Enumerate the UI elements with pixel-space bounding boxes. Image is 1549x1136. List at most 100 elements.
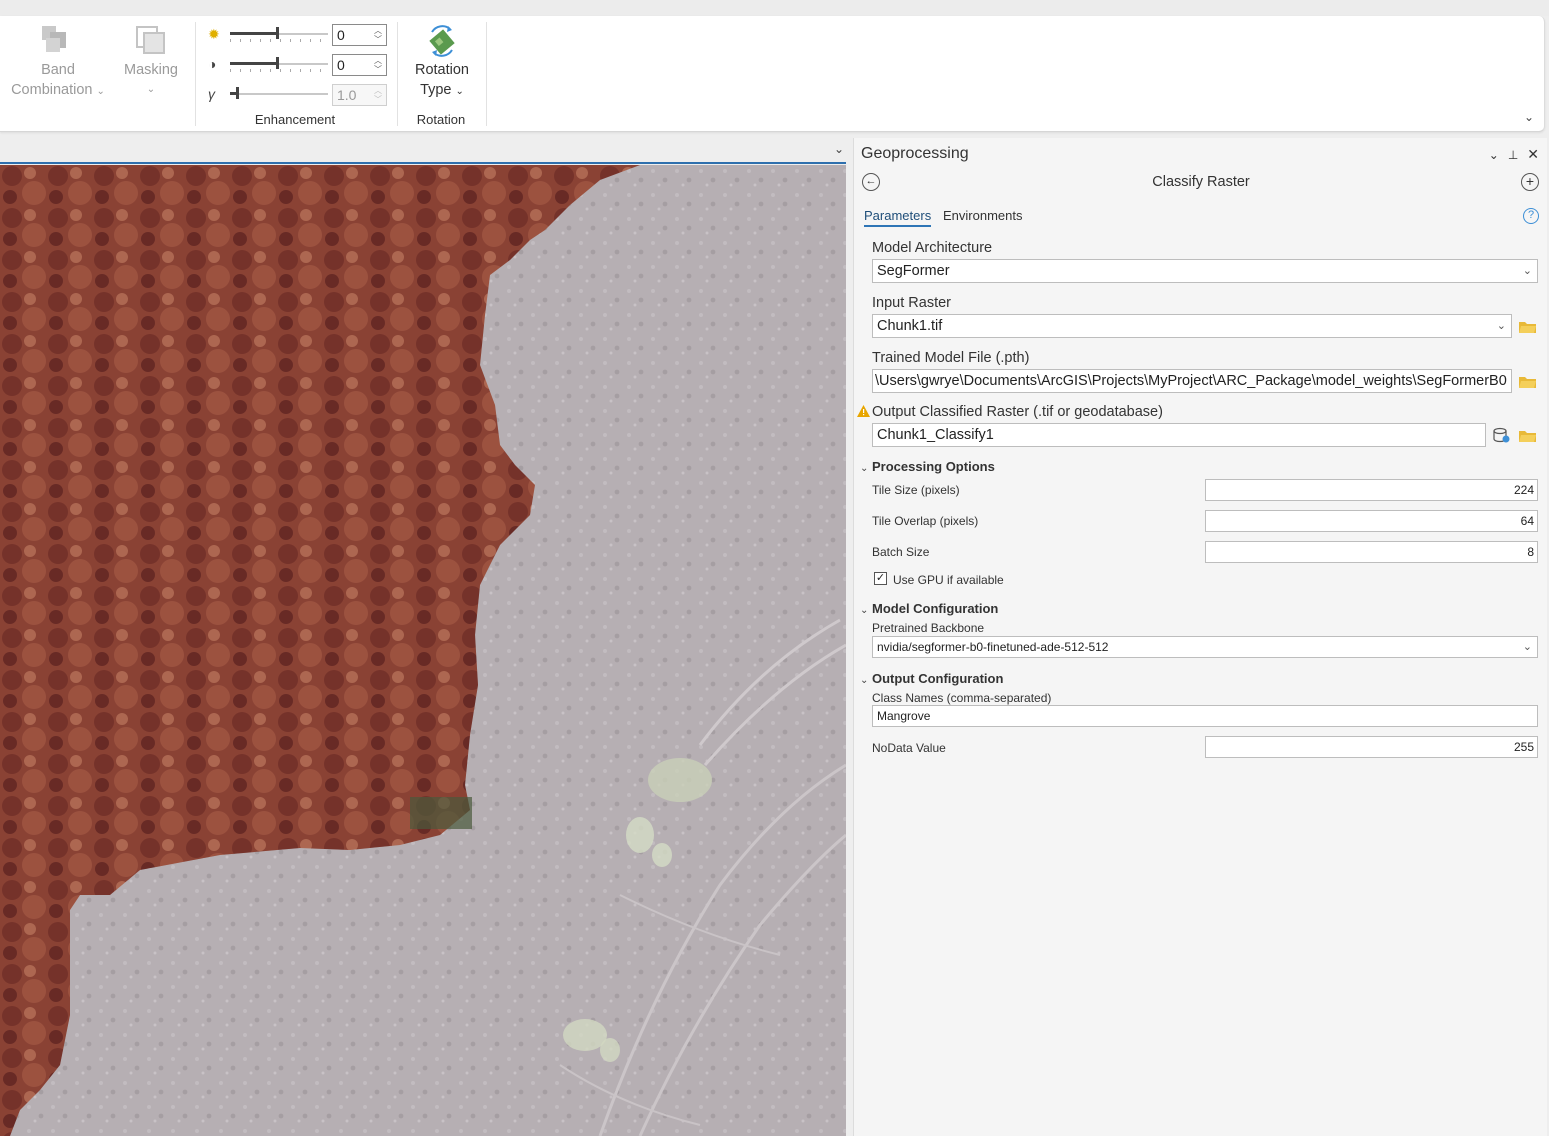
contrast-input[interactable]: 0 ︿ ﹀: [332, 54, 387, 76]
chevron-down-icon: ⌄: [96, 86, 105, 97]
model-configuration-title: Model Configuration: [872, 601, 999, 616]
chevron-down-icon: ⌄: [1522, 265, 1532, 277]
chevron-down-icon: ⌄: [146, 84, 156, 95]
spin-up-icon[interactable]: ︿: [373, 56, 383, 65]
contrast-slider-fill: [230, 62, 278, 65]
rotation-type-label-2: Type: [420, 82, 452, 98]
masking-icon: [136, 26, 165, 54]
rotation-icon: [429, 25, 455, 57]
pane-title-icons: ⌄ ⊥ ✕: [1480, 146, 1539, 163]
folder-icon[interactable]: [1519, 375, 1536, 388]
ribbon: Band Combination ⌄ Masking ⌄ ✹ 0 ︿ ﹀ ◑ 0: [0, 16, 1545, 132]
processing-options-header[interactable]: ⌄ Processing Options: [860, 459, 995, 474]
backbone-value: nvidia/segformer-b0-finetuned-ade-512-51…: [877, 640, 1109, 654]
contrast-icon: ◑: [208, 56, 217, 72]
trained-model-label: Trained Model File (.pth): [872, 350, 1030, 366]
database-icon[interactable]: [1493, 427, 1510, 443]
add-icon[interactable]: +: [1521, 173, 1539, 191]
help-icon[interactable]: ?: [1523, 208, 1539, 224]
rotation-group-label: Rotation: [416, 112, 466, 127]
pin-icon[interactable]: ⊥: [1508, 148, 1518, 162]
model-architecture-select[interactable]: SegFormer ⌄: [872, 259, 1538, 283]
gamma-slider-thumb[interactable]: [236, 87, 239, 99]
ribbon-collapse-icon[interactable]: ⌄: [1524, 110, 1534, 124]
model-architecture-label: Model Architecture: [872, 240, 993, 256]
batch-size-label: Batch Size: [872, 545, 930, 559]
map-view[interactable]: [0, 165, 846, 1136]
rotation-type-label-2-row: Type ⌄: [406, 80, 478, 102]
tile-size-label: Tile Size (pixels): [872, 483, 960, 497]
gamma-control: γ 1.0 ︿ ﹀: [208, 84, 388, 106]
spin-down-icon[interactable]: ﹀: [373, 35, 383, 44]
pane-title: Geoprocessing: [861, 145, 969, 162]
gamma-slider-track[interactable]: [230, 93, 328, 95]
close-icon[interactable]: ✕: [1527, 146, 1539, 162]
rotation-type-button[interactable]: Rotation Type ⌄: [406, 24, 478, 102]
batch-size-input[interactable]: 8: [1205, 541, 1538, 563]
trained-model-value: \Users\gwrye\Documents\ArcGIS\Projects\M…: [875, 373, 1507, 389]
pane-menu-icon[interactable]: ⌄: [1489, 148, 1499, 162]
ribbon-top-strip: [0, 0, 1549, 16]
warning-icon: [857, 405, 870, 417]
output-raster-value: Chunk1_Classify1: [877, 427, 994, 443]
folder-icon[interactable]: [1519, 320, 1536, 333]
gamma-icon: γ: [208, 86, 215, 102]
use-gpu-checkbox[interactable]: ✓: [874, 572, 887, 585]
band-combination-icon: [42, 26, 66, 52]
geoprocessing-pane: Geoprocessing ⌄ ⊥ ✕ ← Classify Raster + Pa…: [853, 138, 1547, 1136]
spin-up-icon[interactable]: ︿: [373, 86, 383, 95]
band-combination-label-2: Combination: [11, 82, 93, 98]
rotation-type-label-1: Rotation: [414, 62, 469, 78]
spin-down-icon[interactable]: ﹀: [373, 95, 383, 104]
backbone-select[interactable]: nvidia/segformer-b0-finetuned-ade-512-51…: [872, 636, 1538, 658]
tile-overlap-label: Tile Overlap (pixels): [872, 514, 979, 528]
input-raster-value: Chunk1.tif: [877, 318, 943, 334]
gamma-input[interactable]: 1.0 ︿ ﹀: [332, 84, 387, 106]
tile-size-input[interactable]: 224: [1205, 479, 1538, 501]
chevron-down-icon[interactable]: ⌄: [834, 142, 844, 156]
contrast-control: ◑ 0 ︿ ﹀: [208, 54, 388, 76]
class-names-label: Class Names (comma-separated): [872, 691, 1052, 705]
spin-up-icon[interactable]: ︿: [373, 26, 383, 35]
nodata-label: NoData Value: [872, 741, 946, 755]
contrast-slider-thumb[interactable]: [276, 57, 279, 69]
model-architecture-value: SegFormer: [877, 263, 950, 279]
chevron-down-icon: ⌄: [1496, 320, 1506, 332]
masking-button[interactable]: Masking ⌄: [118, 24, 184, 100]
brightness-icon: ✹: [208, 26, 220, 42]
tab-environments[interactable]: Environments: [943, 208, 1022, 223]
gamma-value: 1.0: [337, 87, 357, 103]
model-configuration-header[interactable]: ⌄ Model Configuration: [860, 601, 998, 616]
chevron-down-icon: ⌄: [860, 605, 869, 616]
folder-icon[interactable]: [1519, 429, 1536, 442]
output-configuration-header[interactable]: ⌄ Output Configuration: [860, 671, 1003, 686]
band-combination-button[interactable]: Band Combination ⌄: [6, 24, 110, 102]
chevron-down-icon: ⌄: [860, 463, 869, 474]
slider-ticks: [230, 39, 328, 42]
band-combination-label-1: Band: [41, 62, 75, 78]
input-raster-select[interactable]: Chunk1.tif ⌄: [872, 314, 1512, 338]
class-names-input[interactable]: Mangrove: [872, 705, 1538, 727]
tab-parameters[interactable]: Parameters: [864, 208, 932, 227]
nodata-input[interactable]: 255: [1205, 736, 1538, 758]
brightness-slider-fill: [230, 32, 278, 35]
output-raster-input[interactable]: Chunk1_Classify1: [872, 423, 1486, 447]
chevron-down-icon: ⌄: [860, 675, 869, 686]
group-separator: [195, 22, 196, 126]
brightness-input[interactable]: 0 ︿ ﹀: [332, 24, 387, 46]
map-raster: [0, 165, 846, 1136]
brightness-slider-thumb[interactable]: [276, 27, 279, 39]
enhancement-group-label: Enhancement: [254, 112, 336, 127]
masking-label: Masking: [124, 62, 178, 78]
spin-down-icon[interactable]: ﹀: [373, 65, 383, 74]
map-view-tabbar: ⌄: [0, 140, 848, 164]
chevron-down-icon: ⌄: [455, 86, 464, 97]
processing-options-title: Processing Options: [872, 459, 995, 474]
tile-overlap-input[interactable]: 64: [1205, 510, 1538, 532]
tool-title: Classify Raster: [1152, 174, 1250, 190]
output-configuration-title: Output Configuration: [872, 671, 1004, 686]
trained-model-input[interactable]: \Users\gwrye\Documents\ArcGIS\Projects\M…: [872, 369, 1512, 393]
group-separator: [486, 22, 487, 126]
contrast-value: 0: [337, 57, 345, 73]
group-separator: [397, 22, 398, 126]
